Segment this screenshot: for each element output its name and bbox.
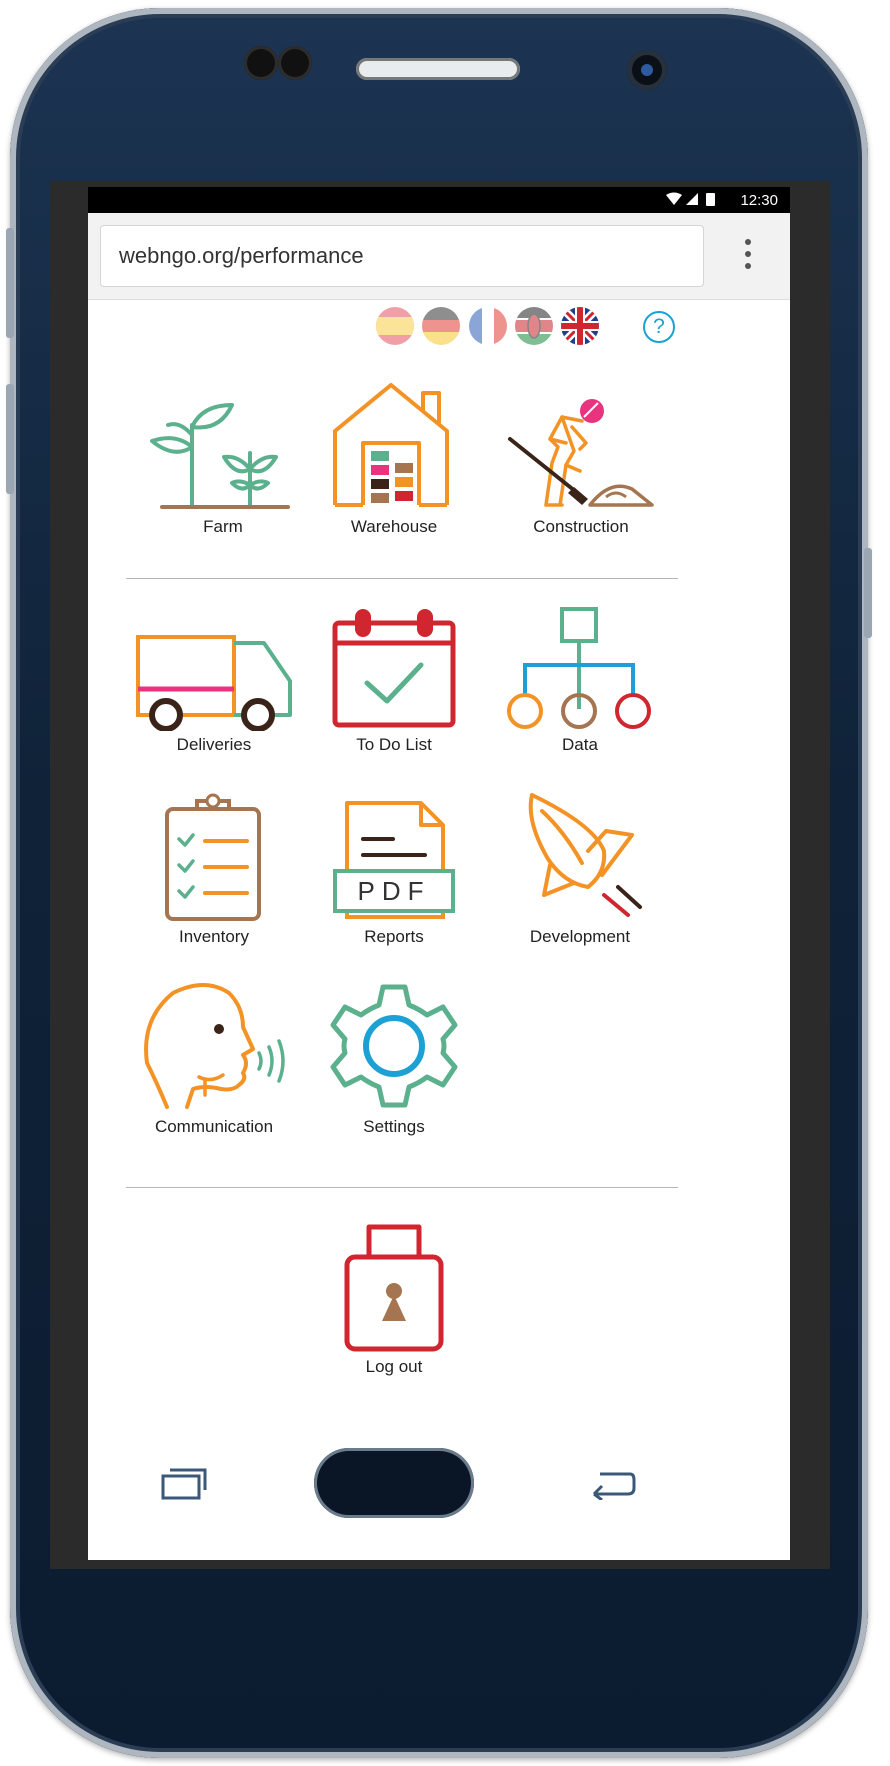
tile-label: Communication [154,1117,274,1136]
construction-worker-icon [508,399,654,507]
tile-label: Reports [364,927,424,946]
spanish-flag[interactable] [376,307,414,345]
overflow-menu-icon[interactable] [738,235,758,279]
tile-settings[interactable]: Settings [294,979,494,1137]
kenyan-flag[interactable] [515,307,553,345]
volume-button [6,228,14,338]
back-icon [592,1472,636,1502]
front-camera [627,50,667,90]
url-input[interactable]: webngo.org/performance [100,225,704,287]
clipboard-checklist-icon [165,793,261,921]
help-icon[interactable]: ? [643,311,675,343]
sensor-dot [244,46,278,80]
rocket-icon [528,793,642,917]
pdf-label: PDF [358,876,431,906]
tile-todo-list[interactable]: To Do List [294,607,494,755]
padlock-icon [344,1224,444,1352]
tile-label: Development [529,927,631,946]
sensor-dot [278,46,312,80]
browser-toolbar: webngo.org/performance [88,213,790,300]
tile-label: Warehouse [350,517,438,536]
french-flag[interactable] [469,307,507,345]
language-selector [88,307,790,351]
tile-label: Farm [203,517,243,536]
tile-reports[interactable]: PDF Reports [294,799,494,947]
volume-button-lower [6,384,14,494]
tile-label: Settings [363,1117,425,1136]
back-key[interactable] [590,1466,638,1505]
home-button[interactable] [314,1448,474,1518]
tile-deliveries[interactable]: Deliveries [114,607,314,755]
recent-apps-key[interactable] [160,1466,208,1505]
section-divider [126,1187,678,1188]
warehouse-icon [333,383,449,507]
tile-construction[interactable]: Construction [481,393,681,537]
status-bar: 12:30 [88,187,790,213]
german-flag[interactable] [422,307,460,345]
tile-farm[interactable]: Farm [123,383,323,537]
wifi-signal-battery-icon [666,192,715,206]
signal-icons [664,191,724,213]
uk-flag[interactable] [561,307,599,345]
tile-label: Inventory [179,927,249,946]
tile-label: Data [562,735,598,754]
recent-apps-icon [161,1468,207,1500]
delivery-truck-icon [136,635,292,731]
tile-logout[interactable]: Log out [294,1217,494,1377]
tile-data[interactable]: Data [480,605,680,755]
power-button [864,548,872,638]
tile-label: To Do List [356,735,432,754]
hierarchy-icon [507,607,651,729]
tile-development[interactable]: Development [480,791,680,947]
earpiece-speaker [356,58,520,80]
gear-icon [330,984,458,1108]
tile-label: Construction [533,517,629,536]
pdf-document-icon: PDF [333,801,455,919]
speaking-head-icon [144,983,285,1109]
status-time: 12:30 [740,192,778,209]
tile-inventory[interactable]: Inventory [114,793,314,947]
tile-label: Deliveries [176,735,252,754]
tile-warehouse[interactable]: Warehouse [294,377,494,537]
plant-icon [150,403,290,509]
screen: 12:30 webngo.org/performance ? Farm Ware… [88,187,790,1560]
section-divider [126,578,678,579]
tile-label: Log out [365,1357,423,1376]
calendar-check-icon [332,609,456,728]
tile-communication[interactable]: Communication [114,979,314,1137]
